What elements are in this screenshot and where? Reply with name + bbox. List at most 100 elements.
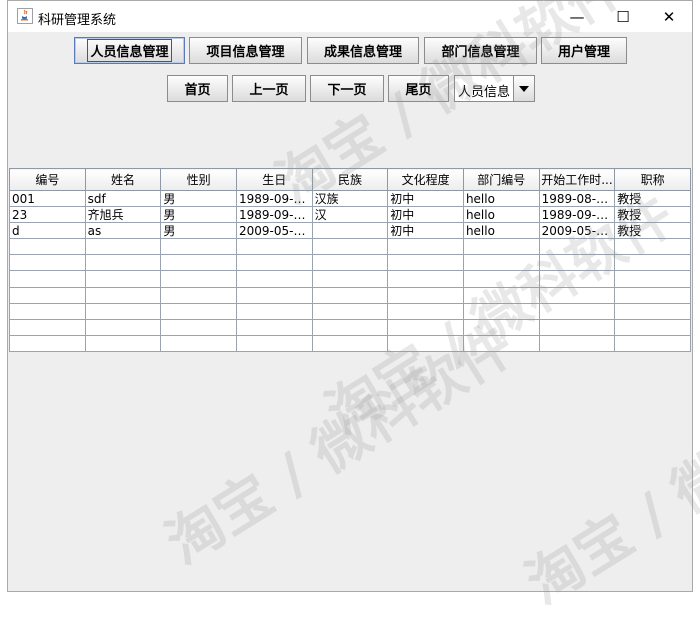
tab-project-management[interactable]: 项目信息管理 (189, 37, 302, 64)
table-cell[interactable]: sdf (84, 189, 162, 208)
table-row-empty[interactable] (9, 318, 691, 336)
tab-personnel-management[interactable]: 人员信息管理 (74, 37, 185, 64)
table-row-empty[interactable] (9, 238, 691, 256)
table-cell[interactable]: 23 (9, 206, 86, 224)
table-cell[interactable] (235, 318, 313, 336)
table-cell[interactable]: 初中 (387, 189, 464, 208)
table-cell[interactable] (160, 286, 237, 304)
table-cell[interactable]: 汉族 (311, 189, 389, 208)
table-cell[interactable] (84, 334, 162, 353)
column-header[interactable]: 文化程度 (387, 168, 464, 191)
column-header[interactable]: 姓名 (84, 168, 162, 191)
table-cell[interactable] (538, 318, 616, 336)
table-cell[interactable] (614, 334, 691, 353)
column-header[interactable]: 性别 (160, 168, 237, 191)
table-cell[interactable]: as (84, 222, 162, 240)
table-cell[interactable]: 教授 (614, 189, 691, 208)
table-cell[interactable]: hello (462, 222, 540, 240)
table-cell[interactable] (311, 302, 389, 320)
table-cell[interactable]: 1989-09-09... (538, 206, 616, 224)
table-cell[interactable] (614, 238, 691, 256)
table-cell[interactable]: hello (462, 206, 540, 224)
table-cell[interactable] (84, 302, 162, 320)
table-cell[interactable] (9, 334, 86, 353)
table-row-empty[interactable] (9, 286, 691, 304)
table-cell[interactable] (84, 286, 162, 304)
table-cell[interactable] (84, 318, 162, 336)
table-row[interactable]: d as 男 2009-05-13... 初中 hello 2009-05-13... 教授 (9, 222, 691, 240)
column-header[interactable]: 开始工作时... (538, 168, 616, 191)
table-cell[interactable] (538, 334, 616, 353)
table-cell[interactable] (235, 254, 313, 272)
table-row-empty[interactable] (9, 302, 691, 320)
table-cell[interactable]: 001 (9, 189, 86, 208)
table-cell[interactable] (614, 254, 691, 272)
table-cell[interactable] (9, 238, 86, 256)
column-header[interactable]: 民族 (311, 168, 389, 191)
table-row-empty[interactable] (9, 254, 691, 272)
table-cell[interactable]: 男 (160, 206, 237, 224)
table-cell[interactable] (538, 286, 616, 304)
table-cell[interactable] (9, 318, 86, 336)
tab-achievement-management[interactable]: 成果信息管理 (307, 37, 419, 64)
last-page-button[interactable]: 尾页 (388, 75, 449, 102)
table-cell[interactable] (387, 334, 464, 353)
table-row[interactable]: 23 齐旭兵男 1989-09-09... 汉初中 hello 1989-09-09...… (9, 206, 691, 224)
table-cell[interactable] (462, 286, 540, 304)
table-cell[interactable] (387, 254, 464, 272)
table-cell[interactable]: 初中 (387, 222, 464, 240)
table-cell[interactable] (614, 270, 691, 288)
tab-user-management[interactable]: 用户管理 (541, 37, 627, 64)
table-cell[interactable]: 2009-05-13... (235, 222, 313, 240)
minimize-button[interactable]: — (554, 1, 600, 32)
table-cell[interactable]: 1989-09-09... (235, 206, 313, 224)
table-cell[interactable] (538, 270, 616, 288)
table-cell[interactable] (84, 238, 162, 256)
column-header[interactable]: 编号 (9, 168, 86, 191)
table-cell[interactable] (387, 238, 464, 256)
table-cell[interactable]: 汉 (311, 206, 389, 224)
table-cell[interactable] (462, 334, 540, 353)
table-cell[interactable] (311, 334, 389, 353)
table-cell[interactable]: 1989-08-09... (538, 189, 616, 208)
column-header[interactable]: 部门编号 (462, 168, 540, 191)
table-cell[interactable] (160, 270, 237, 288)
table-cell[interactable] (160, 302, 237, 320)
table-cell[interactable]: hello (462, 189, 540, 208)
table-row-empty[interactable] (9, 334, 691, 353)
table-cell[interactable]: 男 (160, 189, 237, 208)
next-page-button[interactable]: 下一页 (310, 75, 384, 102)
personnel-table[interactable]: 编号 姓名 性别 生日 民族 文化程度 部门编号 开始工作时... 职称 001 sdf 男 1989… (9, 168, 691, 353)
table-cell[interactable] (311, 318, 389, 336)
table-cell[interactable] (538, 302, 616, 320)
table-cell[interactable] (9, 270, 86, 288)
table-cell[interactable] (462, 238, 540, 256)
column-header[interactable]: 生日 (235, 168, 313, 191)
table-cell[interactable] (614, 286, 691, 304)
table-cell[interactable] (235, 334, 313, 353)
table-cell[interactable] (614, 302, 691, 320)
table-cell[interactable] (311, 238, 389, 256)
table-row[interactable]: 001 sdf 男 1989-09-08... 汉族 初中 hello 1989-08-09.… (9, 189, 691, 208)
table-cell[interactable] (84, 254, 162, 272)
table-cell[interactable] (9, 286, 86, 304)
table-cell[interactable] (160, 254, 237, 272)
table-cell[interactable]: 教授 (614, 206, 691, 224)
dropdown-button[interactable] (513, 76, 534, 101)
table-cell[interactable] (614, 318, 691, 336)
table-cell[interactable] (462, 318, 540, 336)
table-cell[interactable] (160, 318, 237, 336)
close-button[interactable]: ✕ (646, 1, 692, 32)
tab-department-management[interactable]: 部门信息管理 (424, 37, 537, 64)
table-cell[interactable]: 1989-09-08... (235, 189, 313, 208)
table-cell[interactable] (235, 302, 313, 320)
table-cell[interactable] (462, 270, 540, 288)
prev-page-button[interactable]: 上一页 (232, 75, 306, 102)
table-cell[interactable] (311, 254, 389, 272)
first-page-button[interactable]: 首页 (167, 75, 228, 102)
column-header[interactable]: 职称 (614, 168, 691, 191)
table-cell[interactable] (9, 254, 86, 272)
table-cell[interactable] (235, 286, 313, 304)
table-cell[interactable] (84, 270, 162, 288)
maximize-button[interactable]: ☐ (600, 1, 646, 32)
